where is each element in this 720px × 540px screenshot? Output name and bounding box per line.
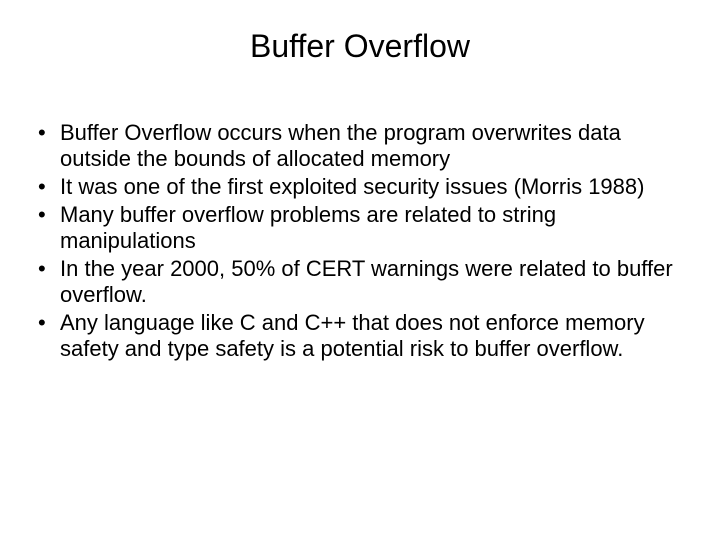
slide: Buffer Overflow Buffer Overflow occurs w… [0, 0, 720, 540]
list-item: Many buffer overflow problems are relate… [30, 202, 690, 254]
list-item: In the year 2000, 50% of CERT warnings w… [30, 256, 690, 308]
list-item: Buffer Overflow occurs when the program … [30, 120, 690, 172]
list-item: Any language like C and C++ that does no… [30, 310, 690, 362]
bullet-list: Buffer Overflow occurs when the program … [30, 120, 690, 362]
list-item: It was one of the first exploited securi… [30, 174, 690, 200]
slide-title: Buffer Overflow [30, 28, 690, 65]
